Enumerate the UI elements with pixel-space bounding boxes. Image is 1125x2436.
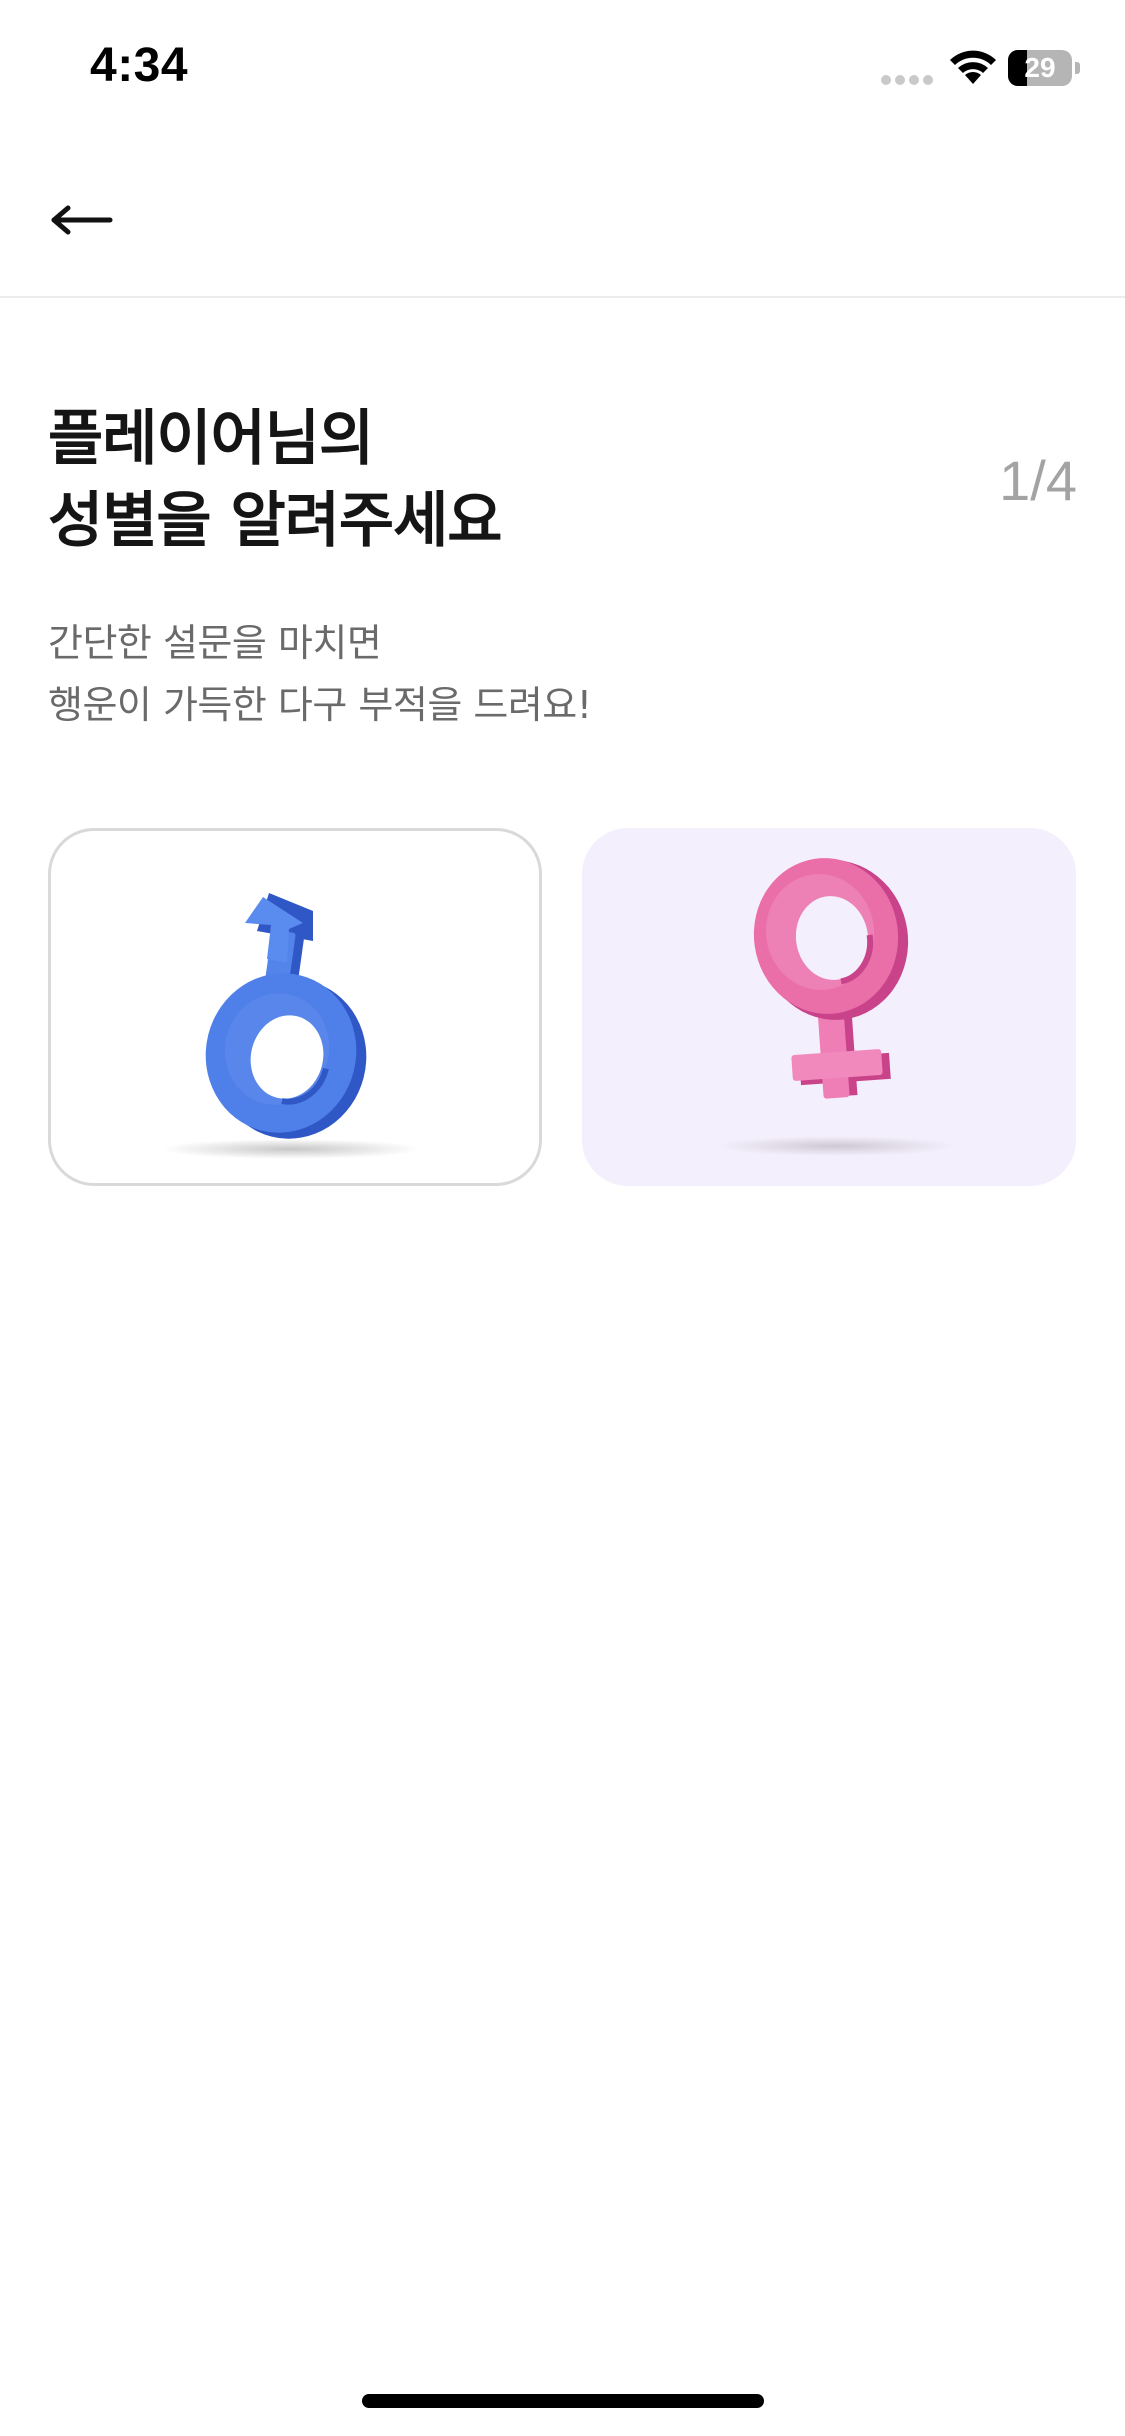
status-bar: 4:34 29 (0, 0, 1125, 140)
page-subtitle-line1: 간단한 설문을 마치면 (48, 621, 382, 665)
page-title-line2: 성별을 알려주세요 (48, 486, 503, 556)
nav-bar (0, 140, 1125, 298)
arrow-left-icon (51, 205, 113, 235)
step-indicator: 1/4 (999, 449, 1077, 512)
wifi-icon (950, 50, 996, 84)
page-title: 플레이어님의 성별을 알려주세요 (48, 398, 908, 562)
male-option-card[interactable] (48, 828, 542, 1186)
cellular-signal-icon (881, 75, 933, 85)
home-indicator[interactable] (362, 2394, 764, 2408)
page-title-line1: 플레이어님의 (48, 404, 374, 474)
back-button[interactable] (40, 180, 130, 260)
female-symbol-icon (716, 858, 956, 1156)
status-time: 4:34 (90, 39, 189, 92)
male-symbol-icon (161, 893, 421, 1159)
page-subtitle: 간단한 설문을 마치면 행운이 가득한 다구 부적을 드려요! (48, 612, 948, 736)
battery-icon: 29 (1008, 50, 1082, 86)
battery-level: 29 (1024, 52, 1056, 83)
female-option-card[interactable] (582, 828, 1076, 1186)
page-subtitle-line2: 행운이 가득한 다구 부적을 드려요! (48, 683, 592, 727)
